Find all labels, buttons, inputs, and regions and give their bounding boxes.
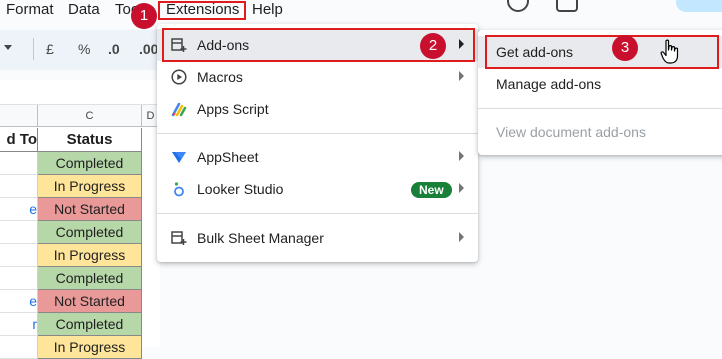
- menu-help[interactable]: Help: [252, 1, 283, 18]
- toolbar-divider: [33, 38, 34, 60]
- submenu-arrow-icon: [459, 232, 464, 242]
- menu-item-view-document-add-ons: View document add-ons: [478, 116, 722, 148]
- menu-divider: [157, 213, 478, 214]
- status-cell[interactable]: In Progress: [38, 336, 142, 359]
- assigned-to-cell[interactable]: [0, 244, 38, 267]
- header-cell-assigned-to[interactable]: d To: [0, 128, 38, 152]
- column-header-c[interactable]: C: [38, 105, 142, 127]
- assigned-to-cell[interactable]: [0, 175, 38, 198]
- increase-decimals-button[interactable]: .00: [139, 41, 158, 57]
- assigned-to-cell[interactable]: [0, 221, 38, 244]
- assigned-to-cell[interactable]: e: [0, 290, 38, 313]
- history-icon[interactable]: [507, 0, 529, 12]
- play-circle-icon: [171, 69, 187, 85]
- menu-item-label: View document add-ons: [496, 124, 646, 140]
- decrease-decimals-button[interactable]: .0: [108, 41, 120, 57]
- menu-item-bulk-sheet-manager[interactable]: Bulk Sheet Manager: [157, 222, 478, 254]
- currency-format-button[interactable]: £: [46, 41, 54, 57]
- status-cell[interactable]: In Progress: [38, 244, 142, 267]
- percent-format-button[interactable]: %: [78, 41, 90, 57]
- assigned-to-cell[interactable]: [0, 152, 38, 175]
- step-badge-3: 3: [612, 35, 638, 61]
- assigned-to-cell[interactable]: [0, 267, 38, 290]
- menu-item-label: Apps Script: [197, 101, 269, 117]
- step-badge-1: 1: [131, 3, 157, 29]
- menu-bar: Format Data Too Extensions Help: [0, 0, 722, 22]
- highlight-extensions: [158, 1, 246, 20]
- column-header-b[interactable]: [0, 105, 38, 127]
- menu-item-macros[interactable]: Macros: [157, 61, 478, 93]
- status-cell[interactable]: Completed: [38, 221, 142, 244]
- highlight-get-add-ons: [485, 35, 719, 69]
- submenu-arrow-icon: [459, 183, 464, 193]
- share-button[interactable]: [676, 0, 722, 12]
- assigned-to-cell[interactable]: [0, 336, 38, 359]
- status-cell[interactable]: Completed: [38, 313, 142, 336]
- step-badge-2: 2: [420, 33, 446, 59]
- comment-icon[interactable]: [556, 0, 578, 12]
- menu-format[interactable]: Format: [6, 1, 54, 18]
- status-cell[interactable]: In Progress: [38, 175, 142, 198]
- appsheet-icon: [172, 152, 186, 163]
- menu-item-label: Looker Studio: [197, 181, 284, 197]
- menu-divider: [157, 133, 478, 134]
- assigned-to-cell[interactable]: r: [0, 313, 38, 336]
- menu-item-label: Manage add-ons: [496, 76, 602, 92]
- new-badge: New: [411, 182, 452, 198]
- submenu-arrow-icon: [459, 71, 464, 81]
- menu-divider: [478, 108, 722, 109]
- looker-studio-icon: [174, 182, 184, 197]
- addons-icon: [171, 231, 187, 245]
- menu-item-label: Macros: [197, 69, 243, 85]
- apps-script-icon: [171, 102, 187, 117]
- menu-item-manage-add-ons[interactable]: Manage add-ons: [478, 68, 722, 100]
- header-cell-status[interactable]: Status: [38, 128, 142, 152]
- submenu-arrow-icon: [459, 151, 464, 161]
- menu-item-label: Bulk Sheet Manager: [197, 230, 324, 246]
- menu-item-looker-studio[interactable]: Looker Studio New: [157, 173, 478, 205]
- assigned-to-cell[interactable]: e: [0, 198, 38, 221]
- menu-data[interactable]: Data: [68, 1, 100, 18]
- status-cell[interactable]: Completed: [38, 152, 142, 175]
- status-cell[interactable]: Not Started: [38, 198, 142, 221]
- status-cell[interactable]: Not Started: [38, 290, 142, 313]
- menu-item-label: AppSheet: [197, 149, 259, 165]
- hand-cursor-icon: [660, 39, 679, 64]
- formula-bar[interactable]: [0, 80, 160, 105]
- menu-item-appsheet[interactable]: AppSheet: [157, 141, 478, 173]
- status-cell[interactable]: Completed: [38, 267, 142, 290]
- menu-item-apps-script[interactable]: Apps Script: [157, 93, 478, 125]
- zoom-dropdown-icon[interactable]: [4, 45, 12, 50]
